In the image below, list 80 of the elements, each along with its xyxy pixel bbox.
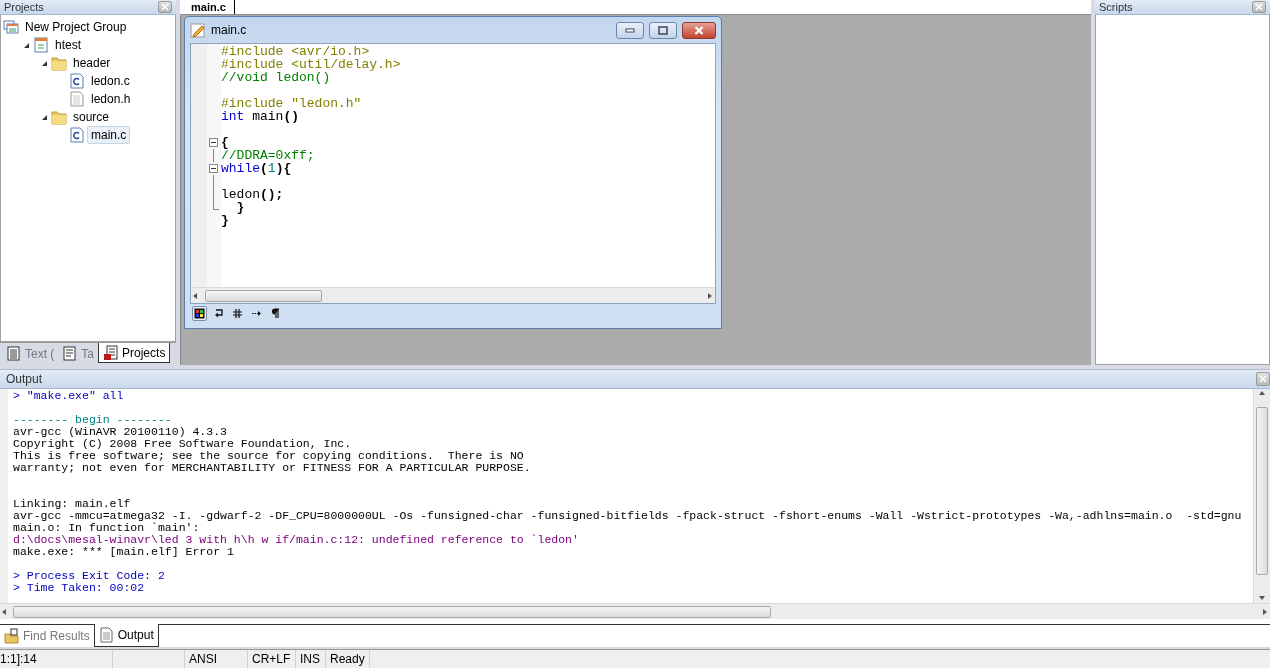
panel-tab[interactable]: Projects [98, 343, 171, 364]
hash-icon [232, 308, 243, 319]
output-line: make.exe: *** [main.elf] Error 1 [13, 545, 234, 559]
expander-icon[interactable] [40, 59, 48, 67]
panel-tab[interactable]: Output [93, 624, 159, 648]
fold-toggle-icon[interactable] [209, 138, 218, 147]
maximize-button[interactable] [649, 21, 677, 39]
hash-button[interactable] [230, 306, 245, 321]
document-icon [98, 627, 115, 644]
close-icon [1259, 375, 1267, 384]
output-line: Linking: main.elf [13, 497, 131, 511]
return-arrow-icon [213, 308, 224, 319]
c-file-icon [69, 73, 85, 89]
close-button[interactable] [682, 21, 716, 39]
window-title: main.c [211, 23, 248, 37]
pilcrow-icon [270, 308, 281, 319]
code-line: { [221, 136, 229, 149]
output-line: Copyright (C) 2008 Free Software Foundation, Inc. [13, 437, 352, 451]
code-line: #include "ledon.h" [221, 97, 362, 110]
tree-item[interactable]: ledon.h [87, 90, 135, 108]
status-text: CR+LF [248, 650, 296, 668]
close-icon [694, 25, 704, 35]
scrollbar-thumb[interactable] [205, 289, 322, 302]
maximize-icon [658, 25, 668, 35]
code-line: ledon(); [221, 188, 284, 201]
pencil-icon [190, 22, 206, 38]
output-line: warranty; not even for MERCHANTABILITY or FITNESS FOR A PARTICULAR PURPOSE. [13, 461, 531, 475]
close-icon [1255, 3, 1263, 11]
output-line: avr-gcc -mmcu=atmega32 -I. -gdwarf-2 -DF_CPU=8000000UL -Os -funsigned-char -funsigned-bitfields -fpack-struct -fshort-enums -Wall -Wstrict-prototypes -Wa,-adhlns=main.o -std=gnu [13, 509, 1242, 523]
output-line: main.o: In function `main': [13, 521, 200, 535]
tree-item[interactable]: htest [51, 36, 85, 54]
output-line: -------- begin -------- [13, 413, 172, 427]
color-grid-button[interactable] [192, 306, 207, 321]
status-text: ANSI [185, 650, 248, 668]
folder-icon [51, 55, 67, 71]
code-line: #include <avr/io.h> [221, 45, 370, 58]
close-icon [161, 3, 169, 11]
folder-icon [51, 109, 67, 125]
text-file-icon [69, 91, 85, 107]
output-line: avr-gcc (WinAVR 20100110) 4.3.3 [13, 425, 227, 439]
code-line: while(1){ [221, 162, 292, 175]
status-text: Ready [326, 650, 370, 668]
output-line: d:\docs\mesal-winavr\led 3 with h\h w if/main.c:12: undefined reference to `ledon' [13, 533, 579, 547]
projects-icon [103, 344, 120, 361]
panel-title: Output [6, 372, 44, 387]
code-line: //DDRA=0xff; [221, 149, 315, 162]
minimize-button[interactable] [616, 21, 644, 39]
code-line: #include <util/delay.h> [221, 58, 401, 71]
tree-item[interactable]: source [69, 108, 114, 126]
status-text: 1:1]:14 [0, 650, 113, 668]
c-file-icon [69, 127, 85, 143]
arrow-icon [251, 308, 262, 319]
scrollbar-thumb[interactable] [13, 605, 771, 618]
output-line: > "make.exe" all [13, 389, 124, 403]
scrollbar-thumb[interactable] [1256, 407, 1268, 576]
fold-toggle-icon[interactable] [209, 164, 218, 173]
document-icon [62, 346, 79, 363]
code-line: int main() [221, 110, 300, 123]
code-line: } [221, 214, 229, 227]
tree-item[interactable]: New Project Group [21, 18, 131, 36]
code-line: } [235, 201, 245, 214]
project-icon [33, 37, 49, 53]
color-grid-icon [194, 308, 205, 319]
output-line: > Time Taken: 00:02 [13, 581, 145, 595]
expander-icon[interactable] [22, 41, 30, 49]
folder-icon [4, 628, 20, 645]
tree-item[interactable]: main.c [87, 126, 131, 144]
tree-item[interactable]: header [69, 54, 115, 72]
panel-title: Scripts [1099, 1, 1134, 13]
output-line: This is free software; see the source for copying conditions. There is NO [13, 449, 524, 463]
tree-item[interactable]: ledon.c [87, 72, 134, 90]
project-group-icon [3, 19, 19, 35]
panel-title: Projects [4, 1, 45, 13]
expander-icon[interactable] [40, 113, 48, 121]
status-text: INS [296, 650, 326, 668]
minimize-icon [625, 27, 635, 33]
panel-tab[interactable]: Find Results [0, 625, 94, 648]
code-line: //void ledon() [221, 71, 331, 84]
text-icon [6, 346, 22, 363]
output-line: > Process Exit Code: 2 [13, 569, 165, 583]
